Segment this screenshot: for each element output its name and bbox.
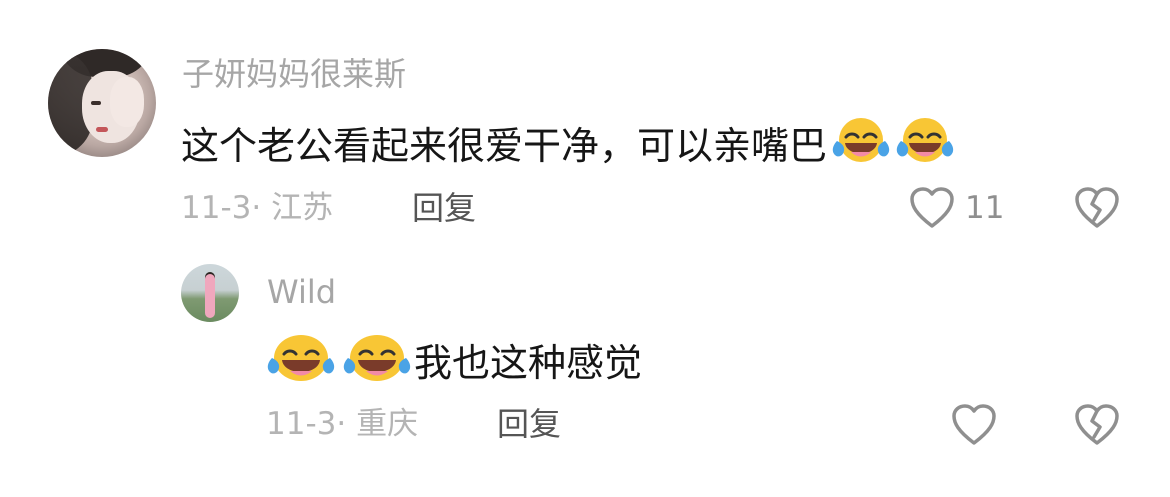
laughing-crying-emoji-icon <box>895 115 955 176</box>
comment-content: 我也这种感觉 <box>266 332 642 393</box>
comment-date-location: 11-3· 重庆 <box>266 406 419 442</box>
avatar-figure <box>205 274 215 318</box>
avatar-lip <box>96 127 108 132</box>
avatar-hand <box>110 77 144 127</box>
avatar[interactable] <box>48 49 156 157</box>
comment-content: 这个老公看起来很爱干净，可以亲嘴巴 <box>181 115 955 176</box>
laughing-crying-emoji-icon <box>831 115 891 176</box>
like-count: 11 <box>965 190 1005 226</box>
reply-button[interactable]: 回复 <box>497 404 561 444</box>
heart-outline-icon[interactable] <box>908 186 956 230</box>
heart-outline-icon[interactable] <box>950 403 998 447</box>
comment-text: 我也这种感觉 <box>414 341 643 385</box>
avatar-eye <box>91 101 101 105</box>
comment-text: 这个老公看起来很爱干净，可以亲嘴巴 <box>181 124 828 168</box>
comment-date-location: 11-3· 江苏 <box>181 190 334 226</box>
broken-heart-icon[interactable] <box>1073 186 1121 230</box>
broken-heart-icon[interactable] <box>1073 403 1121 447</box>
comment-username[interactable]: Wild <box>267 272 336 312</box>
comment-username[interactable]: 子妍妈妈很莱斯 <box>182 54 406 94</box>
laughing-crying-emoji-icon <box>266 332 336 393</box>
laughing-crying-emoji-icon <box>342 332 412 393</box>
reply-button[interactable]: 回复 <box>412 188 476 228</box>
avatar[interactable] <box>181 264 239 322</box>
